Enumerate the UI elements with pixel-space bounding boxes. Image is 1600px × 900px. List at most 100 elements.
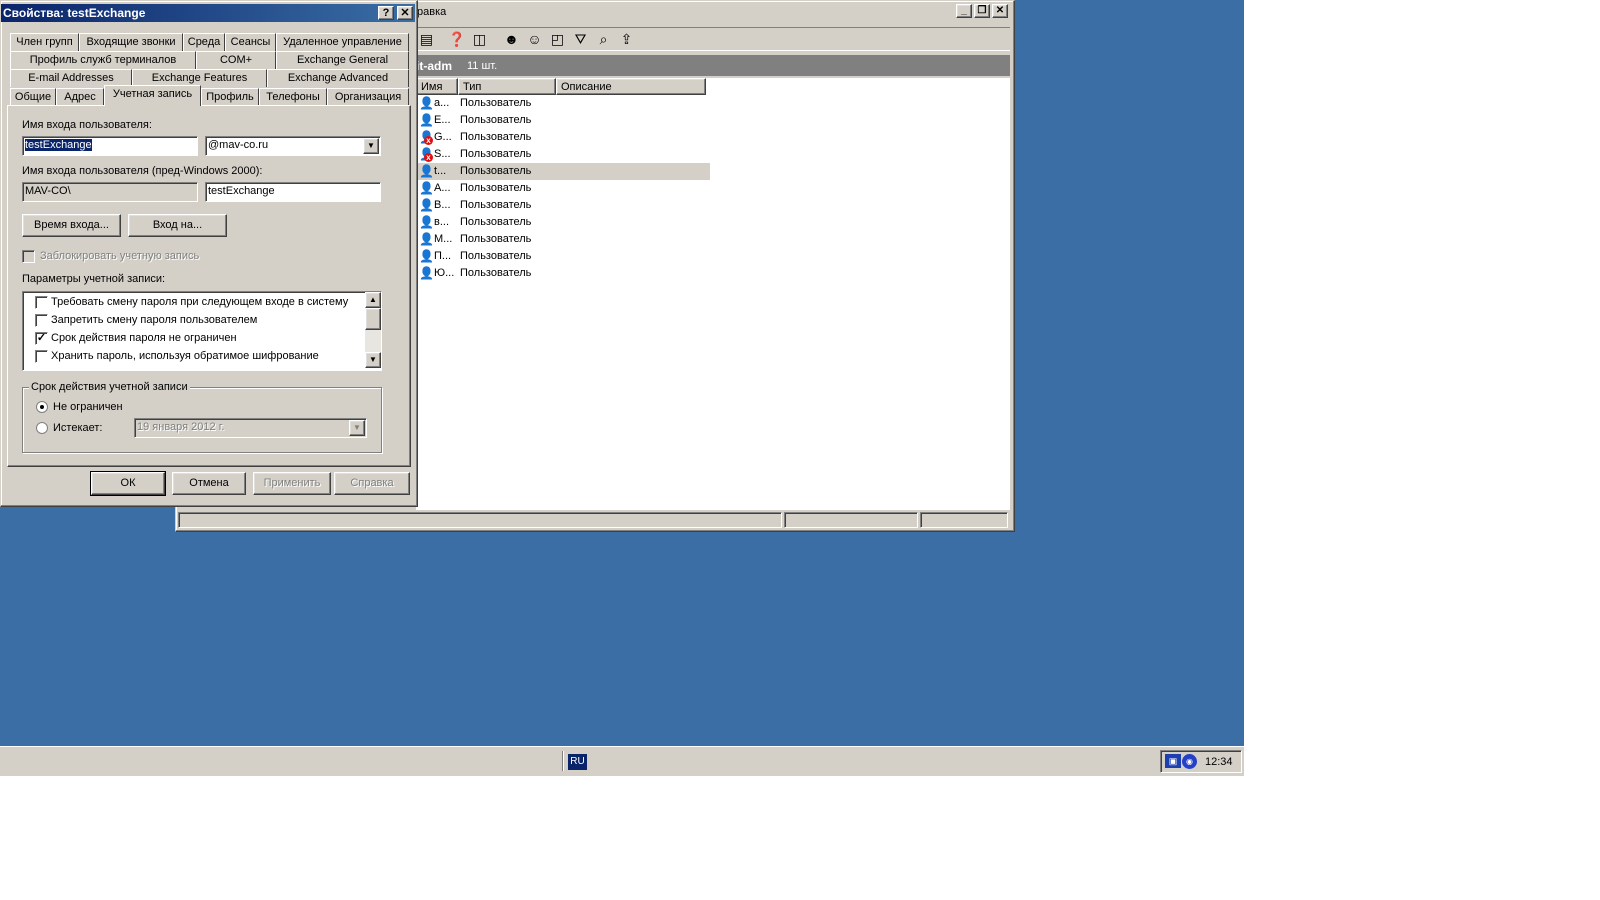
user-icon: 👤 [419, 266, 434, 280]
help-title-button[interactable]: ? [378, 6, 394, 20]
export-list-icon[interactable]: ▤ [418, 31, 435, 48]
tab-profile[interactable]: Профиль [201, 88, 259, 106]
row-name: t... [434, 165, 447, 177]
table-row[interactable]: 👤 B... Пользователь [416, 197, 710, 214]
dialog-titlebar[interactable]: Свойства: testExchange ? ✕ [1, 4, 415, 22]
add-to-group-icon[interactable]: ⇪ [618, 31, 635, 48]
option-checkbox[interactable] [35, 296, 48, 309]
tab-sessions[interactable]: Сеансы [225, 33, 276, 51]
user-icon: 👤 [419, 232, 434, 246]
row-type: Пользователь [460, 114, 532, 126]
table-row[interactable]: 👤 t... Пользователь [416, 163, 710, 180]
menu-help[interactable]: равка [417, 6, 446, 18]
language-indicator[interactable]: RU [568, 754, 587, 770]
tab-terminal-services-profile[interactable]: Профиль служб терминалов [10, 51, 196, 69]
row-name: S... [434, 148, 451, 160]
logon-hours-button[interactable]: Время входа... [22, 214, 121, 237]
scroll-down-icon[interactable]: ▼ [365, 352, 381, 368]
scroll-thumb[interactable] [365, 308, 381, 330]
new-group-icon[interactable]: ☺ [526, 31, 543, 48]
table-row[interactable]: 👤 M... Пользователь [416, 231, 710, 248]
help-icon[interactable]: ❓ [448, 31, 465, 48]
close-title-button[interactable]: ✕ [397, 6, 413, 20]
container-title: it-adm [416, 59, 452, 73]
user-icon: 👤 [419, 181, 434, 195]
ok-button[interactable]: ОК [90, 471, 166, 496]
cancel-button[interactable]: Отмена [172, 472, 246, 495]
system-tray: ▣ ◉ 12:34 [1160, 750, 1242, 773]
table-row[interactable]: 👤 Ю... Пользователь [416, 265, 710, 282]
tab-remote-control[interactable]: Удаленное управление [276, 33, 409, 51]
row-name: a... [434, 97, 450, 109]
restore-button[interactable]: ❐ [974, 4, 990, 18]
new-user-icon[interactable]: ☻ [503, 31, 520, 48]
disabled-badge-icon: x [424, 136, 433, 145]
minimize-button[interactable]: _ [956, 4, 972, 18]
upn-suffix-dropdown-icon[interactable]: ▼ [363, 138, 379, 154]
prewin-domain-field: MAV-CO\ [22, 182, 198, 202]
logon-to-button[interactable]: Вход на... [128, 214, 227, 237]
tab-environment[interactable]: Среда [183, 33, 225, 51]
upn-suffix-value: @mav-co.ru [208, 139, 269, 151]
new-ou-icon[interactable]: ◰ [549, 31, 566, 48]
row-name: Ю... [434, 267, 455, 279]
tab-telephones[interactable]: Телефоны [259, 88, 327, 106]
status-bar [178, 511, 1010, 529]
scroll-up-icon[interactable]: ▲ [365, 292, 381, 308]
tab-account[interactable]: Учетная запись [104, 85, 201, 106]
option-checkbox[interactable] [35, 314, 48, 327]
container-header: it-adm 11 шт. [416, 55, 1010, 76]
console-tree-icon[interactable]: ◫ [471, 31, 488, 48]
account-expires-label: Срок действия учетной записи [29, 381, 190, 393]
disabled-badge-icon: x [424, 153, 433, 162]
row-name: B... [434, 199, 451, 211]
disabled-user-icon: 👤x [419, 130, 434, 145]
tab-dial-in[interactable]: Входящие звонки [79, 33, 183, 51]
table-row[interactable]: 👤xS... Пользователь [416, 146, 710, 163]
table-row[interactable]: 👤 E... Пользователь [416, 112, 710, 129]
table-row[interactable]: 👤 в... Пользователь [416, 214, 710, 231]
table-row[interactable]: 👤 A... Пользователь [416, 180, 710, 197]
row-name: П... [434, 250, 452, 262]
logon-name-input[interactable]: testExchange [22, 136, 198, 156]
network-icon[interactable]: ▣ [1165, 754, 1181, 768]
row-type: Пользователь [460, 182, 532, 194]
tab-exchange-advanced[interactable]: Exchange Advanced [267, 69, 409, 87]
option-label: Требовать смену пароля при следующем вхо… [51, 296, 349, 308]
options-scrollbar[interactable]: ▲ ▼ [365, 292, 381, 368]
option-checkbox[interactable]: ✓ [35, 332, 48, 345]
tab-com[interactable]: COM+ [196, 51, 276, 69]
tab-exchange-general[interactable]: Exchange General [276, 51, 409, 69]
status-pane-1 [178, 512, 782, 528]
logon-name-value: testExchange [25, 139, 92, 151]
window-controls: _ ❐ ✕ [956, 4, 1008, 18]
upn-suffix-select[interactable]: @mav-co.ru [205, 136, 381, 156]
table-row[interactable]: 👤 П... Пользователь [416, 248, 710, 265]
details-list: Имя Тип Описание 👤 a... Пользователь 👤 E... П… [416, 78, 1010, 510]
tab-general[interactable]: Общие [10, 88, 56, 106]
end-of-label: Истекает: [53, 422, 103, 434]
column-header-type[interactable]: Тип [458, 78, 556, 95]
find-icon[interactable]: ⌕ [595, 31, 612, 48]
column-header-name[interactable]: Имя [416, 78, 458, 95]
filter-icon[interactable]: ⛛ [572, 31, 589, 48]
option-checkbox[interactable] [35, 350, 48, 363]
column-header-description[interactable]: Описание [556, 78, 706, 95]
row-type: Пользователь [460, 131, 532, 143]
table-row[interactable]: 👤 a... Пользователь [416, 95, 710, 112]
row-name: G... [434, 131, 452, 143]
end-of-radio[interactable] [36, 422, 48, 434]
close-button[interactable]: ✕ [992, 4, 1008, 18]
tab-organization[interactable]: Организация [327, 88, 409, 106]
table-row[interactable]: 👤xG... Пользователь [416, 129, 710, 146]
antivirus-icon[interactable]: ◉ [1182, 754, 1197, 769]
row-type: Пользователь [460, 165, 532, 177]
tab-member-of[interactable]: Член групп [10, 33, 79, 51]
never-radio[interactable] [36, 401, 48, 413]
user-icon: 👤 [419, 96, 434, 110]
account-options-list: Требовать смену пароля при следующем вхо… [22, 291, 382, 371]
prewin-name-input[interactable]: testExchange [205, 182, 381, 202]
row-name: A... [434, 182, 451, 194]
tab-address[interactable]: Адрес [56, 88, 104, 106]
clock[interactable]: 12:34 [1205, 756, 1233, 768]
